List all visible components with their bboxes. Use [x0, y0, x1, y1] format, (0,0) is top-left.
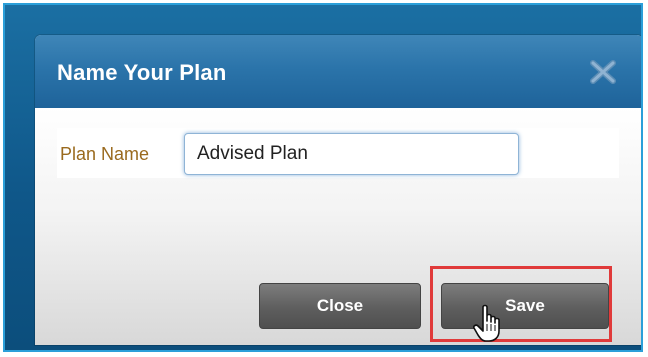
dialog-content: Plan Name Close Save: [35, 108, 641, 345]
dialog-title: Name Your Plan: [57, 60, 227, 85]
close-x-icon[interactable]: [588, 59, 618, 85]
close-button[interactable]: Close: [259, 283, 421, 329]
plan-name-row: Plan Name: [57, 128, 619, 178]
name-plan-dialog: Name Your Plan Plan Name Close Save: [35, 35, 641, 345]
plan-name-label: Plan Name: [60, 144, 150, 164]
save-button-label: Save: [505, 296, 545, 315]
save-button[interactable]: Save: [441, 283, 609, 329]
close-button-label: Close: [316, 296, 364, 315]
plan-name-input[interactable]: [184, 133, 519, 175]
dialog-title-bar: Name Your Plan: [35, 35, 641, 108]
screenshot-frame: Name Your Plan Plan Name Close Save: [3, 3, 643, 352]
